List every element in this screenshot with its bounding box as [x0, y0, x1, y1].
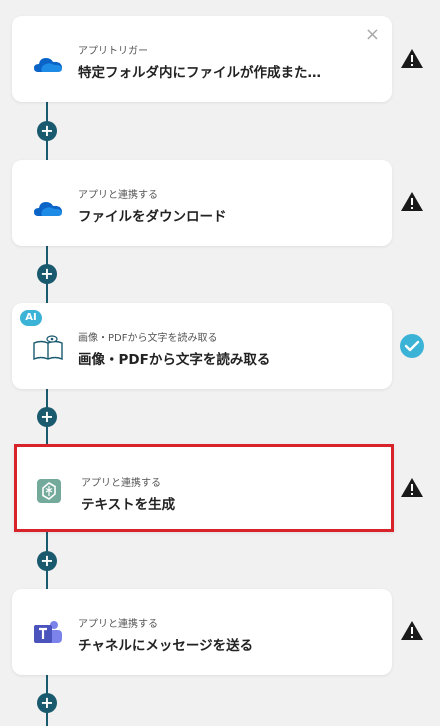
flow-step-card[interactable]: アプリトリガー 特定フォルダ内にファイルが作成また… ×	[12, 16, 392, 102]
close-icon[interactable]: ×	[365, 26, 380, 44]
add-step-button[interactable]: +	[37, 264, 57, 284]
step-subtitle: アプリと連携する	[78, 619, 158, 630]
add-step-button[interactable]: +	[37, 407, 57, 427]
step-subtitle: アプリトリガー	[78, 46, 148, 57]
step-title: ファイルをダウンロード	[78, 209, 227, 225]
chatgpt-icon	[37, 479, 61, 503]
add-step-button[interactable]: +	[37, 693, 57, 713]
flow-step-card[interactable]: 画像・PDFから文字を読み取る 画像・PDFから文字を読み取る	[12, 303, 392, 389]
flow-step-card[interactable]: アプリと連携する ファイルをダウンロード	[12, 160, 392, 246]
step-title: 特定フォルダ内にファイルが作成また…	[78, 65, 321, 81]
warning-icon	[401, 478, 423, 497]
warning-icon	[401, 621, 423, 640]
check-icon	[400, 334, 424, 358]
flow-step-card[interactable]: アプリと連携する チャネルにメッセージを送る	[12, 589, 392, 675]
onedrive-icon	[34, 202, 62, 216]
step-subtitle: アプリと連携する	[78, 190, 158, 201]
step-subtitle: 画像・PDFから文字を読み取る	[78, 333, 218, 344]
warning-icon	[401, 192, 423, 211]
add-step-button[interactable]: +	[37, 121, 57, 141]
step-subtitle: アプリと連携する	[81, 478, 161, 489]
add-step-button[interactable]: +	[37, 551, 57, 571]
step-title: チャネルにメッセージを送る	[78, 638, 254, 654]
flow-step-card-selected[interactable]: アプリと連携する テキストを生成	[14, 444, 394, 532]
step-title: テキストを生成	[81, 497, 176, 513]
teams-icon	[34, 621, 62, 643]
ocr-book-icon	[33, 335, 63, 361]
step-title: 画像・PDFから文字を読み取る	[78, 352, 271, 368]
ai-badge: AI	[20, 310, 42, 326]
onedrive-icon	[34, 58, 62, 72]
warning-icon	[401, 49, 423, 68]
